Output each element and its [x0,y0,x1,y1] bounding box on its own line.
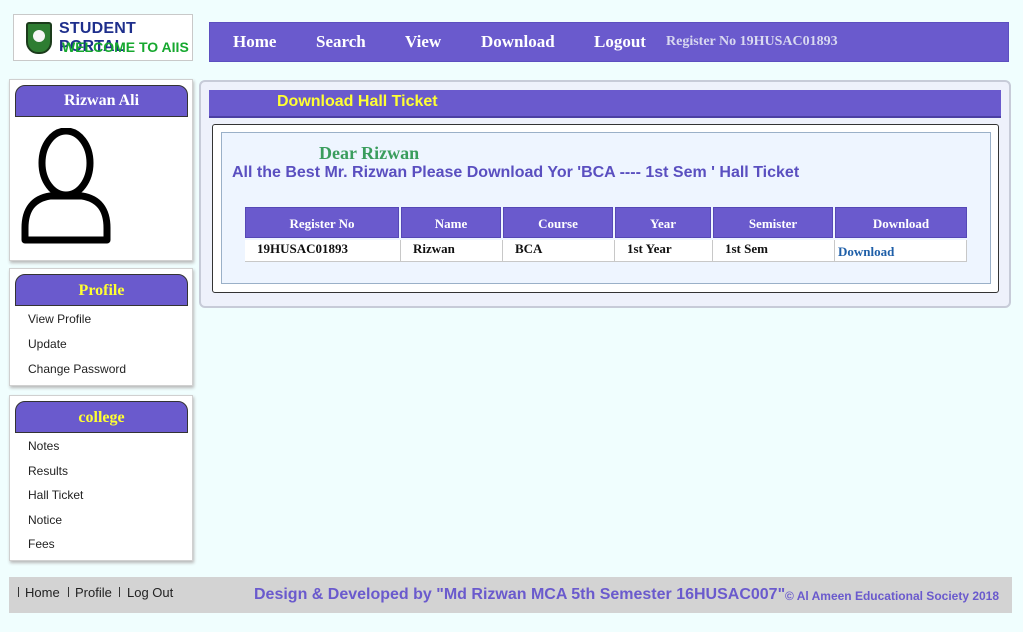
col-header-register-no: Register No [245,207,399,238]
profile-menu: Profile View Profile Update Change Passw… [9,268,193,386]
footer-logout-link[interactable]: Log Out [127,585,173,600]
logo-subtitle: WELCOME TO AIIS [62,39,189,55]
page-title: Download Hall Ticket [277,93,438,110]
nav-home[interactable]: Home [233,32,276,52]
footer-home-link[interactable]: Home [25,585,60,600]
page-title-bar: Download Hall Ticket [209,90,1001,118]
footer-profile-link[interactable]: Profile [75,585,112,600]
college-menu-title: college [78,409,125,426]
download-hall-ticket-link[interactable]: Download [838,244,894,259]
col-header-semister: Semister [713,207,833,238]
site-logo: STUDENT PORTAL WELCOME TO AIIS [13,14,193,61]
notice-link[interactable]: Notice [28,513,62,527]
notes-link[interactable]: Notes [28,439,59,453]
results-link[interactable]: Results [28,464,68,478]
nav-logout[interactable]: Logout [594,32,646,52]
footer-separator [119,587,120,597]
hall-ticket-link[interactable]: Hall Ticket [28,488,83,502]
footer: Home Profile Log Out Design & Developed … [9,577,1012,613]
cell-download: Download [835,240,967,262]
crest-icon [26,22,52,54]
top-navbar: Home Search View Download Logout Registe… [209,22,1009,62]
profile-menu-header: Profile [15,274,188,306]
cell-register-no: 19HUSAC01893 [245,240,401,262]
fees-link[interactable]: Fees [28,537,55,551]
profile-name: Rizwan Ali [63,92,140,109]
update-link[interactable]: Update [28,337,67,351]
college-menu: college Notes Results Hall Ticket Notice… [9,395,193,561]
college-menu-header: college [15,401,188,433]
footer-separator [18,587,19,597]
hall-ticket-message: All the Best Mr. Rizwan Please Download … [232,164,800,181]
profile-menu-title: Profile [78,282,125,299]
profile-card: Rizwan Ali [9,79,193,261]
footer-separator [68,587,69,597]
change-password-link[interactable]: Change Password [28,362,126,376]
col-header-year: Year [615,207,711,238]
col-header-name: Name [401,207,501,238]
profile-name-header: Rizwan Ali [15,85,188,117]
footer-copyright: © Al Ameen Educational Society 2018 [785,589,1000,603]
cell-name: Rizwan [401,240,503,262]
cell-year: 1st Year [615,240,713,262]
col-header-course: Course [503,207,613,238]
nav-download[interactable]: Download [481,32,555,52]
greeting: Dear Rizwan [319,143,420,163]
cell-semister: 1st Sem [713,240,835,262]
view-profile-link[interactable]: View Profile [28,312,91,326]
cell-course: BCA [503,240,615,262]
col-header-download: Download [835,207,967,238]
user-silhouette-icon [21,128,111,244]
nav-search[interactable]: Search [316,32,366,52]
register-number: Register No 19HUSAC01893 [666,34,838,49]
footer-credit: Design & Developed by "Md Rizwan MCA 5th… [254,586,786,603]
nav-view[interactable]: View [405,32,441,52]
